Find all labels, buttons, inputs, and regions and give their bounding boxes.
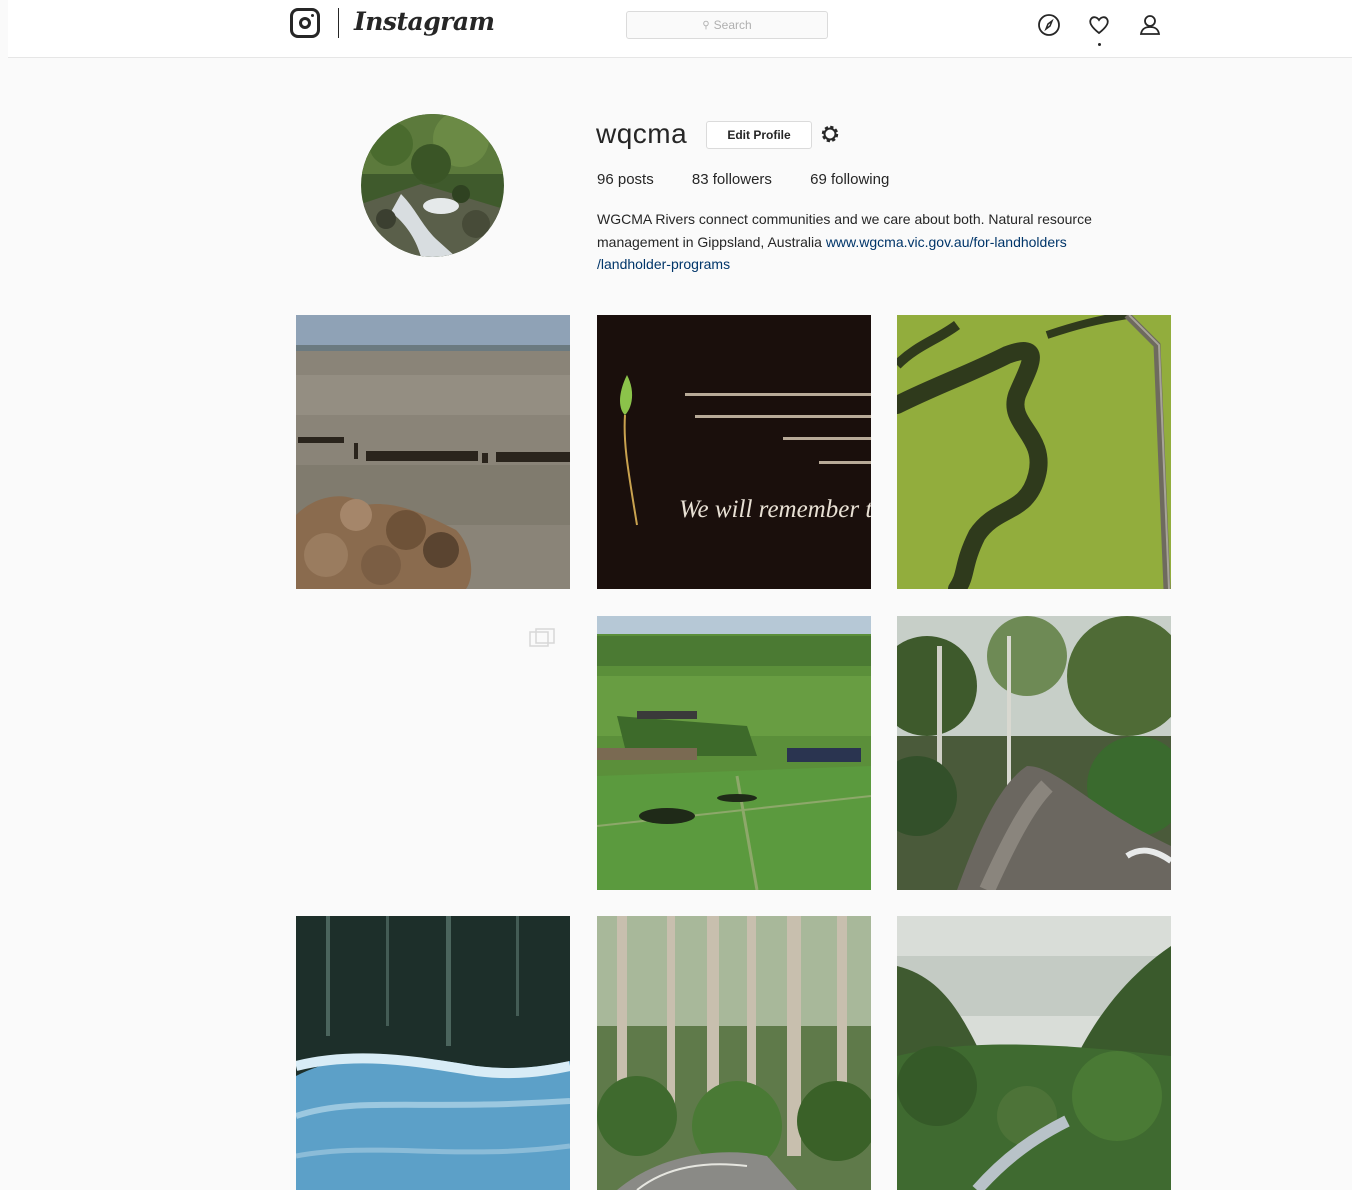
profile-stats: 96 posts 83 followers 69 following <box>597 171 923 188</box>
post-tile[interactable] <box>897 616 1171 890</box>
profile-username: wqcma <box>596 118 688 149</box>
carousel-icon <box>529 628 555 647</box>
instagram-camera-icon[interactable] <box>290 8 320 38</box>
instagram-wordmark[interactable]: Instagram <box>354 6 495 38</box>
profile-avatar[interactable] <box>361 114 504 257</box>
post-tile[interactable] <box>296 315 570 589</box>
post-tile[interactable] <box>296 616 570 890</box>
gear-icon[interactable] <box>818 122 842 146</box>
following-count[interactable]: 69 following <box>810 171 889 188</box>
profile-bio: WGCMA Rivers connect communities and we … <box>597 208 1177 276</box>
search-input[interactable]: ⚲ Search <box>626 11 828 39</box>
compass-icon[interactable] <box>1036 12 1062 38</box>
post-tile[interactable]: We will remember th <box>597 315 871 589</box>
camera-lens-shape <box>299 17 311 29</box>
logo-divider <box>338 8 339 38</box>
search-icon: ⚲ <box>702 19 710 31</box>
search-placeholder: Search <box>713 18 752 32</box>
post-tile[interactable] <box>296 916 570 1190</box>
followers-count[interactable]: 83 followers <box>692 171 772 188</box>
post-tile[interactable] <box>597 916 871 1190</box>
post-tile[interactable] <box>597 616 871 890</box>
posts-count: 96 posts <box>597 171 654 188</box>
camera-flash-dot <box>311 14 314 17</box>
post-tile[interactable] <box>897 315 1171 589</box>
edit-profile-button[interactable]: Edit Profile <box>706 121 812 149</box>
post-overlay-text: We will remember th <box>679 496 871 523</box>
heart-icon[interactable] <box>1086 12 1112 38</box>
notification-dot <box>1098 43 1101 46</box>
person-icon[interactable] <box>1137 12 1163 38</box>
post-tile[interactable] <box>897 916 1171 1190</box>
